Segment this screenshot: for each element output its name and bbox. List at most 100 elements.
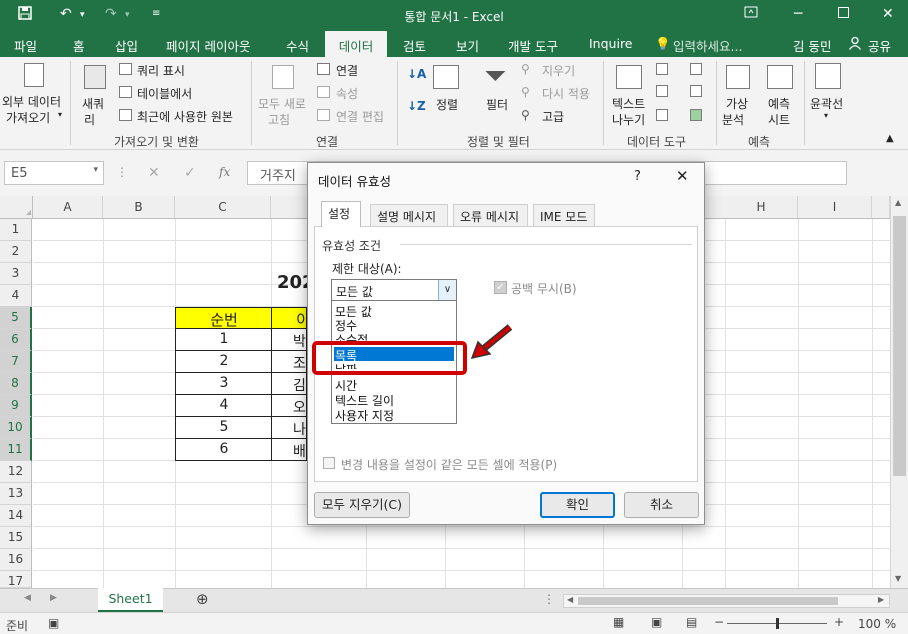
table-cell-name[interactable]: 박 (293, 331, 307, 351)
scroll-right-icon[interactable]: ▶ (50, 593, 57, 603)
row-header[interactable]: 2 (0, 241, 32, 263)
column-header-i[interactable]: I (798, 196, 872, 219)
help-button[interactable]: ? (634, 169, 641, 184)
normal-view-icon[interactable]: ▦ (613, 615, 624, 629)
scroll-right-icon[interactable]: ▶ (878, 595, 884, 604)
row-header[interactable]: 5 (0, 307, 32, 329)
tab-formulas[interactable]: 수식 (286, 36, 309, 55)
tab-error-alert[interactable]: 오류 메시지 (453, 204, 528, 226)
what-if-line1[interactable]: 가상 (726, 95, 748, 112)
forecast-sheet-line2[interactable]: 시트 (768, 111, 790, 128)
column-header-g[interactable] (705, 196, 725, 219)
table-cell-name[interactable]: 오 (293, 397, 307, 417)
from-table[interactable]: 테이블에서 (137, 85, 192, 102)
show-queries[interactable]: 쿼리 표시 (137, 62, 185, 79)
data-model-icon[interactable] (690, 109, 702, 121)
table-cell-name[interactable]: 배 (293, 441, 307, 461)
sort-button[interactable]: 정렬 (436, 96, 458, 113)
ok-button[interactable]: 확인 (540, 492, 615, 518)
scroll-up-icon[interactable]: ▲ (895, 198, 901, 207)
column-header-j[interactable] (872, 196, 890, 219)
sort-az-icon[interactable]: ↓A (407, 67, 426, 81)
dialog-close-button[interactable]: ✕ (676, 167, 689, 185)
chevron-down-icon[interactable]: ▾ (93, 165, 98, 175)
zoom-out-icon[interactable]: − (714, 615, 724, 629)
insert-function-icon[interactable]: fx (219, 165, 230, 179)
zoom-slider-thumb[interactable] (776, 618, 779, 629)
clear-all-button[interactable]: 모두 지우기(C) (314, 492, 410, 518)
horizontal-scrollbar[interactable]: ◀ ▶ (563, 594, 890, 608)
flash-fill-icon[interactable] (656, 63, 668, 75)
chevron-down-icon[interactable]: ∨ (438, 280, 456, 300)
column-header-b[interactable]: B (103, 196, 175, 219)
maximize-icon[interactable] (838, 6, 849, 22)
page-layout-view-icon[interactable]: ▣ (651, 615, 662, 629)
row-header[interactable]: 1 (0, 219, 32, 241)
page-break-view-icon[interactable]: ▤ (686, 615, 697, 629)
add-sheet-icon[interactable]: ⊕ (196, 590, 209, 608)
table-cell-number[interactable]: 5 (176, 419, 272, 435)
table-cell-name[interactable]: 조 (293, 353, 307, 373)
scroll-thumb[interactable] (893, 216, 906, 476)
tab-review[interactable]: 검토 (403, 36, 426, 55)
text-to-columns-line2[interactable]: 나누기 (612, 111, 645, 128)
get-external-data-line2[interactable]: 가져오기 (6, 109, 50, 126)
list-item[interactable]: 사용자 지정 (335, 407, 394, 424)
select-all-corner[interactable] (0, 196, 33, 219)
user-name[interactable]: 김 동민 (793, 36, 831, 55)
sort-za-icon[interactable]: ↓Z (407, 99, 426, 113)
ribbon-display-icon[interactable] (744, 6, 758, 22)
row-header[interactable]: 9 (0, 395, 32, 417)
name-box[interactable]: E5 ▾ (4, 161, 104, 185)
column-header-c[interactable]: C (175, 196, 271, 219)
clear-button[interactable]: 지우기 (542, 62, 575, 79)
table-cell-number[interactable]: 4 (176, 397, 272, 413)
cancel-button[interactable]: 취소 (624, 492, 699, 518)
allow-select[interactable]: 모든 값 ∨ (331, 279, 457, 301)
connections[interactable]: 연결 (336, 62, 358, 79)
row-header[interactable]: 12 (0, 461, 32, 483)
tab-ime-mode[interactable]: IME 모드 (533, 204, 595, 226)
tab-view[interactable]: 보기 (456, 36, 479, 55)
row-header[interactable]: 11 (0, 439, 32, 461)
zoom-level[interactable]: 100 % (858, 617, 896, 631)
cancel-icon[interactable]: ✕ (148, 165, 160, 181)
row-header[interactable]: 3 (0, 263, 32, 285)
macro-record-icon[interactable]: ▣ (48, 616, 59, 630)
table-header-number[interactable]: 순번 (176, 309, 272, 330)
tab-file[interactable]: 파일 (14, 36, 37, 55)
row-header[interactable]: 4 (0, 285, 32, 307)
new-query-line2[interactable]: 리 (84, 111, 95, 128)
data-validation-icon[interactable] (656, 109, 668, 121)
remove-duplicates-icon[interactable] (656, 85, 668, 97)
filter-button[interactable]: 필터 (486, 96, 508, 113)
table-cell-name[interactable]: 나 (293, 419, 307, 439)
share-button[interactable]: 공유 (868, 36, 891, 55)
recent-sources[interactable]: 최근에 사용한 원본 (137, 108, 233, 125)
tab-page-layout[interactable]: 페이지 레이아웃 (166, 36, 250, 55)
tab-settings[interactable]: 설정 (321, 201, 361, 227)
outline-button[interactable]: 윤곽선 (810, 95, 843, 112)
tab-insert[interactable]: 삽입 (115, 36, 138, 55)
table-cell-number[interactable]: 2 (176, 353, 272, 369)
row-header[interactable]: 17 (0, 571, 32, 588)
get-external-data-line1[interactable]: 외부 데이터 (2, 93, 61, 110)
row-header[interactable]: 6 (0, 329, 32, 351)
reapply-button[interactable]: 다시 적용 (542, 85, 590, 102)
row-header[interactable]: 15 (0, 527, 32, 549)
ignore-blank-checkbox[interactable]: ✓ (494, 281, 507, 294)
list-item[interactable]: 소수점 (335, 331, 368, 341)
collapse-ribbon-icon[interactable]: ▲ (886, 133, 894, 144)
minimize-icon[interactable]: ─ (794, 6, 802, 22)
advanced-button[interactable]: 고급 (542, 108, 564, 125)
row-header[interactable]: 16 (0, 549, 32, 571)
text-to-columns-line1[interactable]: 텍스트 (612, 95, 645, 112)
column-header-a[interactable]: A (33, 196, 103, 219)
enter-icon[interactable]: ✓ (184, 165, 196, 181)
properties[interactable]: 속성 (336, 85, 358, 102)
consolidate-icon[interactable] (690, 63, 702, 75)
table-cell-name[interactable]: 김 (293, 375, 307, 395)
what-if-line2[interactable]: 분석 (722, 111, 744, 128)
forecast-sheet-line1[interactable]: 예측 (768, 95, 790, 112)
scroll-down-icon[interactable]: ▼ (895, 574, 901, 583)
